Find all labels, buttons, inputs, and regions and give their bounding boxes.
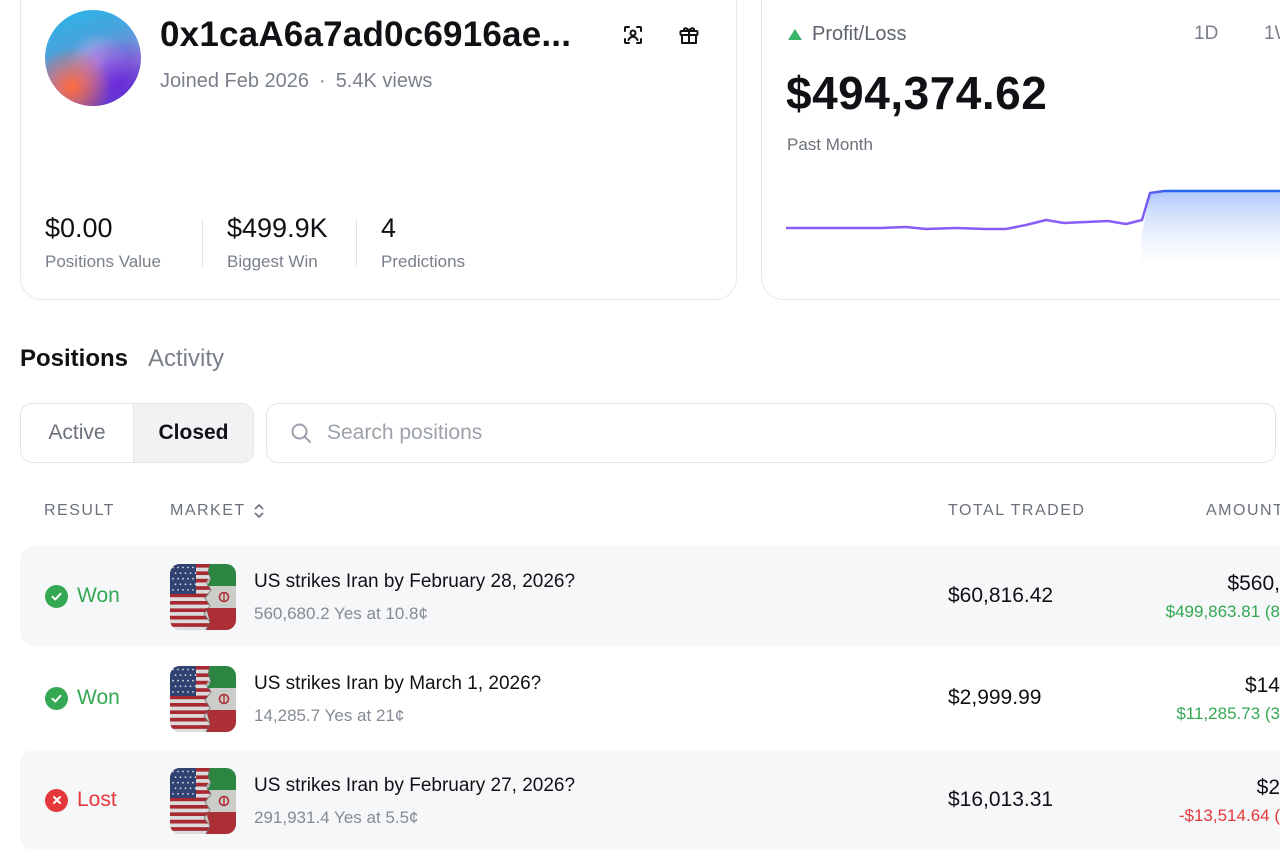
filter-closed-button[interactable]: Closed (133, 404, 253, 462)
total-traded: $60,816.42 (948, 584, 1054, 607)
search-box (266, 403, 1276, 463)
stat-label: Biggest Win (227, 252, 318, 271)
table-row[interactable]: Won US strikes Iran by February 28, 2026… (20, 546, 1280, 646)
result-label: Won (77, 686, 120, 709)
sort-icon (254, 504, 264, 518)
result-label: Won (77, 584, 120, 607)
market-thumbnail (170, 768, 236, 834)
stat-divider (202, 219, 203, 267)
pnl-sparkline (786, 189, 1280, 261)
stat-value: $0.00 (45, 213, 113, 243)
market-detail: 560,680.2 Yes at 10.8¢ (254, 604, 428, 623)
amount-value: $2 (1256, 776, 1280, 799)
avatar[interactable] (45, 10, 141, 106)
position-filter-toggle: Active Closed (20, 403, 254, 463)
pnl-period: Past Month (787, 135, 873, 154)
market-title[interactable]: US strikes Iran by February 27, 2026? (254, 775, 575, 797)
column-header-result: RESULT (44, 502, 115, 519)
amount-pnl: $11,285.73 (3 (1176, 704, 1280, 723)
amount-pnl: $499,863.81 (8 (1165, 602, 1280, 621)
result-won: Won (45, 686, 120, 710)
profit-loss-card: Profit/Loss 1D 1W $494,374.62 Past Month (761, 0, 1280, 300)
view-count: 5.4K views (335, 70, 433, 92)
column-header-market[interactable]: MARKET (170, 502, 266, 520)
column-header-amount: AMOUNT (1206, 502, 1280, 519)
market-thumbnail (170, 564, 236, 630)
result-won: Won (45, 584, 120, 608)
stat-value: $499.9K (227, 213, 328, 243)
pnl-area (1141, 191, 1280, 261)
range-1w[interactable]: 1W (1264, 23, 1280, 45)
stat-label: Predictions (381, 252, 466, 271)
stat-biggest-win: $499.9K Biggest Win (227, 213, 328, 272)
pnl-value: $494,374.62 (786, 67, 1048, 119)
qr-scan-icon[interactable] (619, 21, 647, 49)
profile-card: 0x1caA6a7ad0c6916ae... Joined Feb 2026 · 5… (20, 0, 737, 300)
amount-cell: $14 $11,285.73 (3 (1176, 674, 1280, 724)
search-input[interactable] (327, 412, 1227, 454)
table-row[interactable]: Won US strikes Iran by March 1, 2026? 14… (20, 648, 1280, 748)
result-lost: Lost (45, 788, 117, 812)
amount-cell: $560, $499,863.81 (8 (1166, 572, 1280, 622)
check-circle-icon (45, 584, 68, 608)
pnl-header: Profit/Loss (788, 23, 906, 46)
trend-up-icon (788, 29, 802, 40)
range-1d[interactable]: 1D (1194, 23, 1218, 45)
pnl-label: Profit/Loss (812, 23, 907, 45)
check-circle-icon (45, 686, 68, 710)
search-icon (291, 423, 311, 443)
amount-cell: $2 -$13,514.64 ( (1179, 776, 1280, 826)
stat-label: Positions Value (45, 252, 161, 271)
gift-icon[interactable] (675, 21, 703, 49)
username: 0x1caA6a7ad0c6916ae... (160, 15, 572, 54)
column-header-total-traded: TOTAL TRADED (948, 502, 1086, 519)
tab-positions[interactable]: Positions (20, 345, 128, 373)
stat-positions-value: $0.00 Positions Value (45, 213, 161, 272)
total-traded: $16,013.31 (948, 788, 1054, 811)
market-detail: 14,285.7 Yes at 21¢ (254, 706, 405, 725)
result-label: Lost (77, 788, 117, 811)
tab-activity[interactable]: Activity (148, 345, 224, 373)
amount-value: $560, (1227, 572, 1280, 595)
column-header-market-label: MARKET (170, 502, 246, 519)
table-row[interactable]: Lost US strikes Iran by February 27, 202… (20, 750, 1280, 850)
filter-active-button[interactable]: Active (21, 404, 133, 462)
market-title[interactable]: US strikes Iran by February 28, 2026? (254, 571, 575, 593)
total-traded: $2,999.99 (948, 686, 1042, 709)
joined-date: Joined Feb 2026 (160, 70, 310, 92)
profile-meta: Joined Feb 2026 · 5.4K views (160, 70, 432, 93)
market-title[interactable]: US strikes Iran by March 1, 2026? (254, 673, 541, 695)
meta-separator: · (319, 70, 326, 92)
amount-pnl: -$13,514.64 ( (1178, 806, 1280, 825)
stat-value: 4 (381, 213, 397, 243)
stat-divider (356, 219, 357, 267)
market-detail: 291,931.4 Yes at 5.5¢ (254, 808, 419, 827)
x-circle-icon (45, 788, 68, 812)
amount-value: $14 (1244, 674, 1280, 697)
stat-predictions: 4 Predictions (381, 213, 465, 272)
market-thumbnail (170, 666, 236, 732)
